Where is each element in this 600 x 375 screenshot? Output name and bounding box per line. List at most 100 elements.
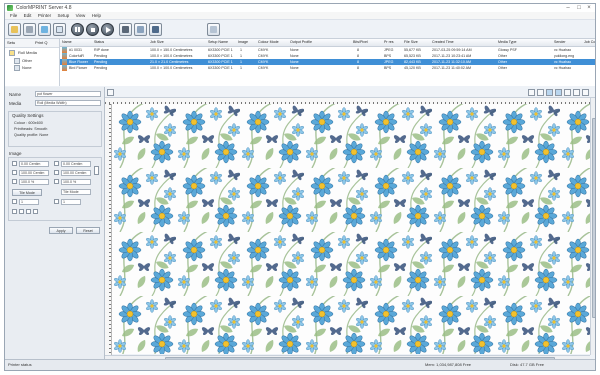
tile-mode-select[interactable]: Tile Mode xyxy=(61,189,91,195)
folder-icon xyxy=(11,26,18,33)
tab-setup[interactable]: Setu xyxy=(7,40,15,45)
zoom-fit-icon[interactable] xyxy=(546,89,553,96)
media-select[interactable]: Roll (Media Width) xyxy=(35,100,101,106)
y-offset-field[interactable]: 0.00 Centim xyxy=(61,161,91,167)
name-label: Name xyxy=(9,92,22,97)
col-created-time[interactable]: Created Time xyxy=(432,40,454,44)
toolbar xyxy=(5,20,595,39)
zoom-in-icon[interactable] xyxy=(564,89,571,96)
hotfolder-icon xyxy=(41,26,48,33)
col-bits-pixel[interactable]: Bits/Pixel xyxy=(353,40,368,44)
print-preview-canvas[interactable] xyxy=(112,104,590,354)
width-icon xyxy=(12,170,17,175)
printer-status: Printer status xyxy=(8,362,32,367)
crop-icon[interactable] xyxy=(537,89,544,96)
menu-view[interactable]: View xyxy=(76,12,86,19)
col-status[interactable]: Status xyxy=(94,40,104,44)
image-settings-group: 0.00 Centim 0.00 Centim 100.00 Centim 10… xyxy=(8,157,102,221)
rows-icon xyxy=(54,199,59,204)
window-title: ColorMPRINT Server 4.8 xyxy=(16,5,72,11)
rows-field[interactable]: 1 xyxy=(61,199,81,205)
app-logo-icon xyxy=(7,5,13,11)
scroll-thumb[interactable] xyxy=(592,118,595,318)
exit-button[interactable] xyxy=(207,23,220,36)
hotfolder-button[interactable] xyxy=(38,23,51,36)
x-offset-icon xyxy=(12,161,17,166)
zoom-actual-icon[interactable] xyxy=(555,89,562,96)
layout-icon xyxy=(152,26,159,33)
close-icon[interactable]: × xyxy=(584,4,594,12)
col-job-size[interactable]: Job Size xyxy=(150,40,164,44)
col-image[interactable]: Image xyxy=(238,40,248,44)
stop-button[interactable] xyxy=(86,23,99,36)
tab-print-queue[interactable]: Print Q xyxy=(35,40,47,45)
height-field[interactable]: 100.00 Centim xyxy=(61,170,91,176)
width-field[interactable]: 100.00 Centim xyxy=(19,170,49,176)
columns-field[interactable]: 1 xyxy=(19,199,39,205)
col-setup-name[interactable]: Setup Name xyxy=(208,40,228,44)
scale-x-field[interactable]: 100.0 % xyxy=(19,179,49,185)
thumbnails-button[interactable] xyxy=(119,23,132,36)
menu-help[interactable]: Help xyxy=(92,12,101,19)
mirror-icon[interactable] xyxy=(26,209,31,214)
x-offset-field[interactable]: 0.00 Centim xyxy=(19,161,49,167)
job-list: Name Status Job Size Setup Name Image Co… xyxy=(60,39,595,86)
pause-button[interactable] xyxy=(71,23,84,36)
height-icon xyxy=(54,170,59,175)
open-file-button[interactable] xyxy=(8,23,21,36)
col-output-profile[interactable]: Output Profile xyxy=(290,40,312,44)
menu-edit[interactable]: Edit xyxy=(24,12,32,19)
preview-icon xyxy=(56,26,63,33)
minimize-icon[interactable]: – xyxy=(563,4,573,12)
reset-button[interactable]: Reset xyxy=(76,227,100,234)
print-preview-button[interactable] xyxy=(53,23,66,36)
menu-bar: File Edit Printer Setup View Help xyxy=(5,12,595,20)
pan-icon[interactable] xyxy=(528,89,535,96)
grid-icon[interactable] xyxy=(582,89,589,96)
rotate-right-icon[interactable] xyxy=(19,209,24,214)
memory-status: Mem: 1,034,987,808 Free xyxy=(425,362,472,367)
scale-y-icon xyxy=(54,179,59,184)
col-media-type[interactable]: Media Type xyxy=(498,40,517,44)
print-button[interactable] xyxy=(23,23,36,36)
col-sender[interactable]: Sender xyxy=(554,40,566,44)
col-colour-mode[interactable]: Colour Mode xyxy=(258,40,279,44)
menu-setup[interactable]: Setup xyxy=(57,12,69,19)
scale-y-field[interactable]: 100.0 % xyxy=(61,179,91,185)
flip-icon[interactable] xyxy=(33,209,38,214)
job-name-field[interactable]: pot flower xyxy=(35,91,101,97)
col-name[interactable]: Name xyxy=(62,40,72,44)
rotate-left-icon[interactable] xyxy=(12,209,17,214)
settings-button[interactable] xyxy=(134,23,147,36)
job-properties-panel: Name pot flower Media Roll (Media Width)… xyxy=(5,87,105,361)
tree-item-other[interactable]: Other xyxy=(22,58,32,63)
zoom-out-icon[interactable] xyxy=(573,89,580,96)
quality-settings-group: Quality Settings Colour : 600x600 Printh… xyxy=(8,111,102,147)
columns-icon xyxy=(12,199,17,204)
table-row[interactable]: Bird Flower Pending 100.0 × 100.0 Centim… xyxy=(60,65,595,71)
title-bar: ColorMPRINT Server 4.8 – □ × xyxy=(5,4,595,12)
menu-toggle-icon[interactable] xyxy=(107,89,114,96)
tree-item-roll-media[interactable]: Roll Media xyxy=(18,50,37,55)
settings-icon xyxy=(137,26,144,33)
menu-file[interactable]: File xyxy=(10,12,17,19)
image-label: Image xyxy=(9,151,22,156)
lock-ratio-icon[interactable] xyxy=(94,166,99,175)
col-file-size[interactable]: File Size xyxy=(404,40,418,44)
col-job-copies[interactable]: Job Co xyxy=(584,40,595,44)
status-bar: Printer status Mem: 1,034,987,808 Free D… xyxy=(5,359,595,370)
job-list-header: Name Status Job Size Setup Name Image Co… xyxy=(60,39,595,47)
quality-line: Quality profile: None xyxy=(14,133,49,137)
play-button[interactable] xyxy=(101,23,114,36)
printer-icon xyxy=(26,26,33,33)
tree-tabs: Setu Print Q xyxy=(5,39,59,48)
printer-tree: Setu Print Q Roll Media Other None xyxy=(5,39,60,86)
maximize-icon[interactable]: □ xyxy=(574,4,584,12)
layout-button[interactable] xyxy=(149,23,162,36)
vertical-scrollbar[interactable] xyxy=(590,98,595,355)
folder-icon xyxy=(14,65,20,71)
menu-printer[interactable]: Printer xyxy=(38,12,51,19)
tree-item-none[interactable]: None xyxy=(22,65,32,70)
col-pr-res[interactable]: Pr res xyxy=(384,40,394,44)
apply-button[interactable]: Apply xyxy=(49,227,73,234)
